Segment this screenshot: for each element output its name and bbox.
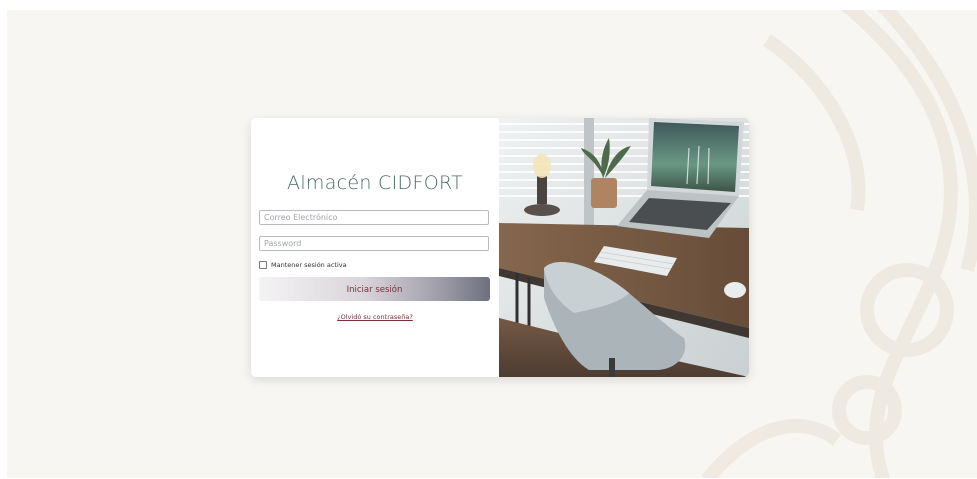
login-page: Almacén CIDFORT Mantener sesión activa I… [7,10,977,478]
remember-session[interactable]: Mantener sesión activa [259,261,347,269]
forgot-password-link[interactable]: ¿Olvidó su contraseña? [251,313,499,321]
login-button[interactable]: Iniciar sesión [259,277,490,301]
password-input[interactable] [259,236,489,251]
hero-image [499,118,749,377]
desk-photo-icon [499,118,749,377]
remember-checkbox[interactable] [259,261,267,269]
remember-label: Mantener sesión activa [271,261,347,269]
page-title: Almacén CIDFORT [287,172,463,194]
email-input[interactable] [259,210,489,225]
login-card: Almacén CIDFORT Mantener sesión activa I… [251,118,749,377]
login-form: Almacén CIDFORT Mantener sesión activa I… [251,118,499,377]
